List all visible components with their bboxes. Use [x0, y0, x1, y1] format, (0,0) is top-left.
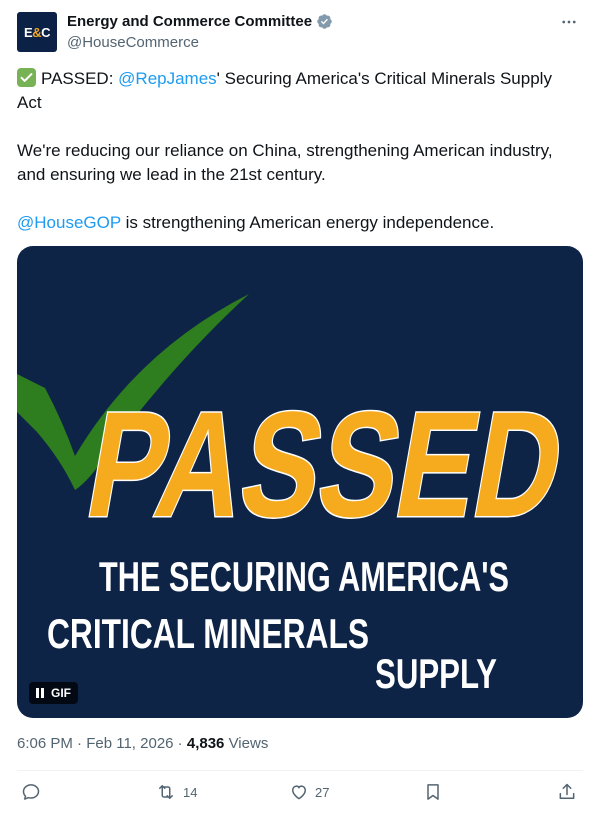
reply-icon	[22, 784, 40, 800]
separator: ·	[72, 735, 87, 752]
media-line-1: THE SECURING AMERICA'S	[99, 553, 509, 600]
author-name-row: Energy and Commerce Committee	[67, 13, 333, 30]
passed-prefix: PASSED:	[41, 69, 119, 88]
more-dots-icon	[562, 20, 576, 24]
mention-repjames[interactable]: @RepJames	[118, 69, 217, 88]
media-line-3: SUPPLY	[375, 650, 497, 697]
mention-housegop[interactable]: @HouseGOP	[17, 213, 121, 232]
tweet-line-1: PASSED: @RepJames' Securing America's Cr…	[17, 67, 577, 115]
bookmark-icon	[427, 784, 439, 800]
media-line-2: CRITICAL MINERALS	[47, 610, 369, 657]
action-bar: 14 27	[17, 782, 583, 808]
gif-artwork: PASSED THE SECURING AMERICA'S CRITICAL M…	[17, 294, 577, 697]
passed-headline: PASSED	[76, 381, 576, 549]
check-mark-box-icon	[17, 68, 36, 87]
more-options-button[interactable]	[557, 10, 581, 34]
like-count: 27	[315, 784, 330, 800]
divider	[17, 770, 583, 771]
paragraph-3-text: is strengthening American energy indepen…	[120, 213, 495, 232]
tweet-paragraph-3: @HouseGOP is strengthening American ener…	[17, 211, 577, 235]
bookmark-button[interactable]	[423, 782, 443, 802]
display-name[interactable]: Energy and Commerce Committee	[67, 13, 312, 30]
author-handle[interactable]: @HouseCommerce	[67, 34, 199, 51]
pause-icon	[36, 688, 44, 698]
views-count: 4,836	[186, 735, 225, 752]
avatar[interactable]: E&C	[17, 12, 57, 52]
retweet-count: 14	[183, 784, 198, 800]
share-icon	[559, 783, 575, 799]
tweet-metadata: 6:06 PM · Feb 11, 2026 · 4,836 Views	[17, 735, 268, 752]
heart-icon	[292, 785, 306, 800]
like-button[interactable]: 27	[289, 782, 329, 802]
post-time[interactable]: 6:06 PM	[17, 735, 73, 752]
post-date[interactable]: Feb 11, 2026	[86, 735, 173, 752]
tweet-paragraph-2: We're reducing our reliance on China, st…	[17, 141, 553, 184]
retweet-button[interactable]: 14	[155, 782, 197, 802]
retweet-icon	[159, 785, 173, 799]
gif-media[interactable]: PASSED THE SECURING AMERICA'S CRITICAL M…	[17, 246, 583, 718]
gif-pause-button[interactable]: GIF	[29, 682, 78, 704]
gif-label: GIF	[51, 686, 71, 700]
separator: ·	[173, 735, 187, 752]
share-button[interactable]	[557, 782, 577, 802]
tweet-text: PASSED: @RepJames' Securing America's Cr…	[17, 67, 577, 235]
views-label: Views	[224, 735, 269, 752]
avatar-logo: E&C	[24, 24, 50, 40]
verified-badge-icon	[317, 14, 332, 29]
reply-button[interactable]	[21, 782, 47, 802]
